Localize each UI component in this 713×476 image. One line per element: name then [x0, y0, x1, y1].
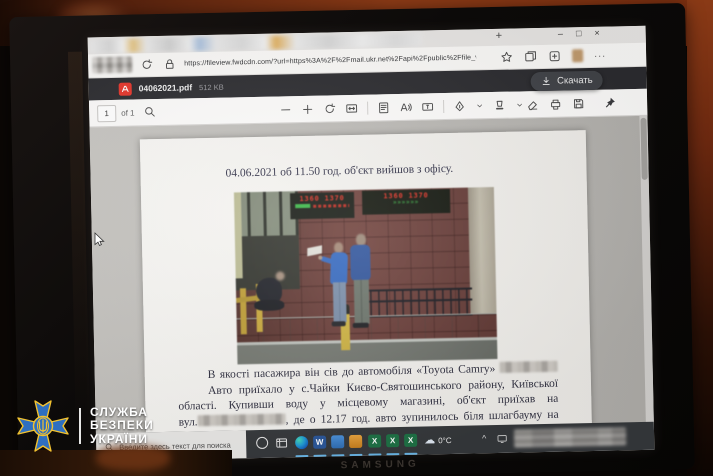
- pdf-file-icon: [119, 82, 132, 95]
- censored-system-tray: [514, 427, 626, 447]
- photo-lighting-overlay: [234, 187, 498, 364]
- bezel-reflection: [68, 52, 90, 432]
- taskbar-excel-icon[interactable]: X: [368, 434, 381, 447]
- add-text-icon[interactable]: [421, 100, 434, 113]
- open-app-indicator: [313, 455, 326, 457]
- toolbar-divider: [367, 101, 368, 114]
- surveillance-photo: 1360 1370 1360 1370 »»»»»»: [234, 187, 498, 364]
- url-text[interactable]: https://fileview.fwdcdn.com/?url=https%3…: [184, 54, 476, 67]
- download-button[interactable]: Скачать: [531, 71, 603, 91]
- sbu-watermark: СЛУЖБА БЕЗПЕКИ УКРАЇНИ: [16, 398, 154, 454]
- fit-to-width-icon[interactable]: [345, 101, 358, 114]
- lock-icon: [163, 58, 176, 71]
- zoom-in-icon[interactable]: [301, 102, 314, 115]
- censored-nav-buttons: [92, 57, 132, 74]
- open-app-indicator: [331, 454, 344, 456]
- pin-toolbar-icon[interactable]: [603, 96, 616, 109]
- taskbar-excel-icon[interactable]: X: [386, 434, 399, 447]
- screen: + – □ × https://fileview.fwdcdn.com/?url…: [88, 26, 655, 462]
- restore-button[interactable]: □: [576, 28, 582, 38]
- chevron-down-icon[interactable]: [475, 101, 484, 110]
- rotate-icon[interactable]: [323, 102, 336, 115]
- download-button-label: Скачать: [557, 75, 593, 87]
- watermark-line: УКРАЇНИ: [90, 433, 154, 447]
- highlight-icon[interactable]: [493, 98, 506, 111]
- more-menu-button[interactable]: ···: [594, 50, 606, 60]
- print-icon[interactable]: [549, 97, 562, 110]
- pdf-toolbar-right: [526, 89, 617, 117]
- page-number-input[interactable]: 1: [97, 104, 116, 121]
- cortana-button[interactable]: [256, 437, 268, 449]
- redacted-text: [500, 361, 558, 373]
- task-view-button[interactable]: [275, 436, 288, 449]
- chevron-down-icon[interactable]: [515, 100, 524, 109]
- pdf-filesize: 512 KB: [199, 82, 224, 92]
- collections-icon[interactable]: [524, 50, 537, 63]
- mouse-cursor: [94, 232, 105, 247]
- page-count-label: of 1: [121, 108, 135, 117]
- pdf-content-area: 04.06.2021 об 11.50 год. об'єкт вийшов з…: [90, 116, 654, 436]
- refresh-icon[interactable]: [140, 58, 153, 71]
- pdf-filename: 04062021.pdf: [139, 82, 193, 93]
- open-app-indicator: [404, 453, 417, 455]
- scrollbar[interactable]: [639, 116, 653, 424]
- favorites-star-icon[interactable]: [500, 51, 513, 64]
- pdf-toolbar-center: [279, 91, 524, 122]
- taskbar-word-icon[interactable]: W: [313, 436, 326, 449]
- close-button[interactable]: ×: [594, 28, 599, 38]
- taskbar-edge-icon[interactable]: [295, 436, 308, 449]
- address-bar-actions: ···: [500, 44, 606, 69]
- profile-avatar[interactable]: [572, 49, 583, 62]
- redacted-text: [197, 413, 285, 426]
- document-heading: 04.06.2021 об 11.50 год. об'єкт вийшов з…: [225, 160, 586, 180]
- watermark-line: СЛУЖБА: [90, 406, 154, 420]
- weather-cloud-icon: ☁: [424, 435, 435, 446]
- sbu-emblem-icon: [16, 398, 70, 454]
- weather-temperature: 0°C: [438, 435, 452, 444]
- open-app-indicator: [349, 454, 362, 456]
- open-app-indicator: [386, 453, 399, 455]
- open-app-indicator: [368, 453, 381, 455]
- window-controls: – □ ×: [558, 28, 600, 39]
- extensions-icon[interactable]: [548, 50, 561, 63]
- toolbar-divider: [443, 100, 444, 113]
- minimize-button[interactable]: –: [558, 29, 563, 39]
- save-icon[interactable]: [572, 97, 585, 110]
- watermark-line: БЕЗПЕКИ: [90, 419, 154, 433]
- zoom-out-icon[interactable]: [279, 103, 292, 116]
- tray-chevron[interactable]: ^: [482, 433, 486, 443]
- watermark-text: СЛУЖБА БЕЗПЕКИ УКРАЇНИ: [90, 406, 154, 447]
- erase-icon[interactable]: [526, 98, 539, 111]
- read-aloud-icon[interactable]: [399, 100, 412, 113]
- paragraph-text: вул.: [179, 416, 198, 428]
- tray-device-icon[interactable]: [496, 433, 508, 444]
- taskbar-excel-icon[interactable]: X: [404, 434, 417, 447]
- pdf-page: 04.06.2021 об 11.50 год. об'єкт вийшов з…: [140, 130, 594, 435]
- weather-widget[interactable]: ☁ 0°C: [424, 429, 476, 450]
- new-tab-button[interactable]: +: [496, 30, 503, 42]
- page-view-icon[interactable]: [377, 101, 390, 114]
- monitor-brand-logo: SAMSUNG: [341, 459, 420, 472]
- watermark-divider: [79, 408, 81, 444]
- room-scene: + – □ × https://fileview.fwdcdn.com/?url…: [0, 0, 713, 476]
- draw-pen-icon[interactable]: [453, 99, 466, 112]
- scrollbar-thumb[interactable]: [640, 118, 647, 180]
- download-icon: [541, 76, 552, 87]
- taskbar-document-icon[interactable]: [331, 435, 344, 448]
- document-paragraph: В якості пасажира він сів до автомобіля …: [178, 361, 559, 431]
- search-icon[interactable]: [143, 105, 156, 118]
- taskbar-folder-icon[interactable]: [349, 435, 362, 448]
- open-app-indicator: [295, 455, 308, 457]
